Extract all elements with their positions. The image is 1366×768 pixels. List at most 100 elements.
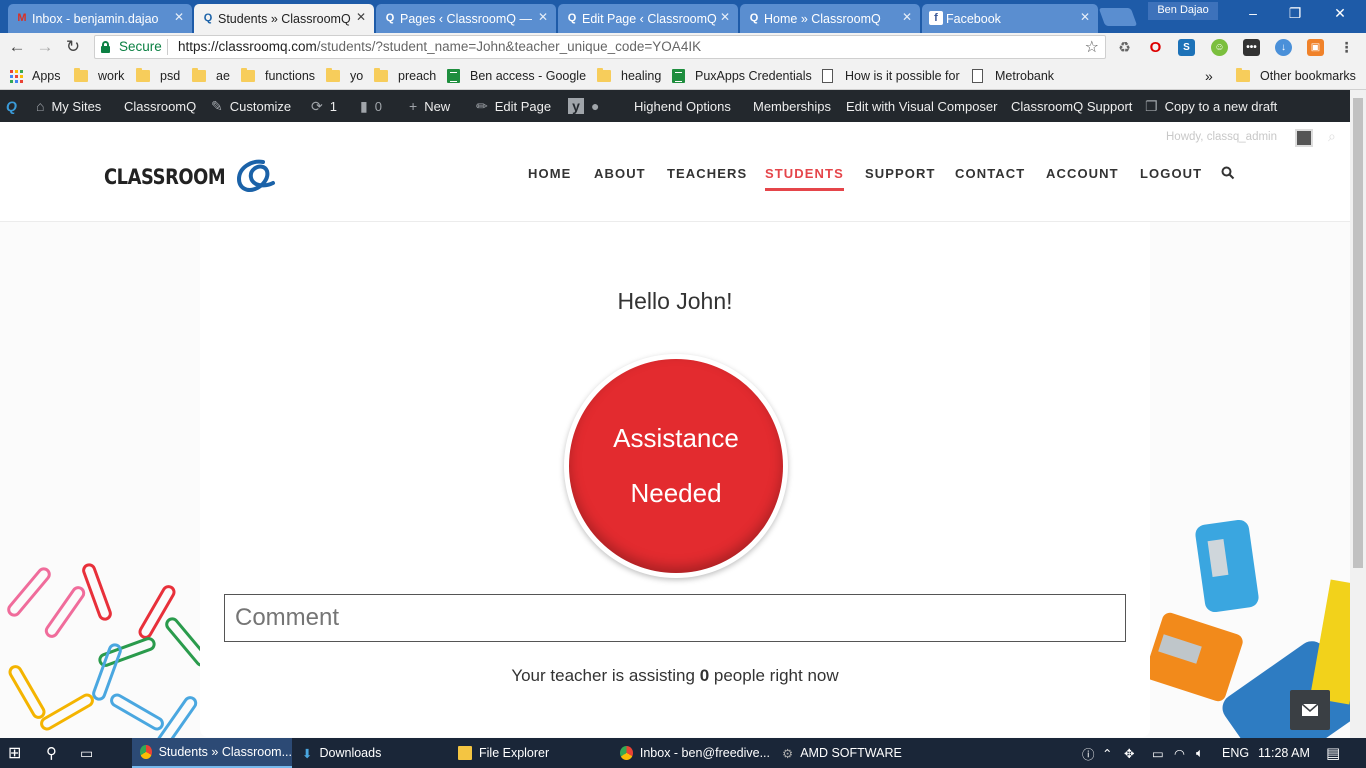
tab-pages[interactable]: Q Pages ‹ ClassroomQ — ✕	[376, 4, 556, 33]
bookmark-functions[interactable]: functions	[241, 67, 315, 85]
download-extension-icon[interactable]: ↓	[1275, 39, 1292, 56]
tab-label: Pages ‹ ClassroomQ —	[400, 11, 532, 26]
bookmark-ae[interactable]: ae	[192, 67, 230, 85]
close-tab-icon[interactable]: ✕	[902, 10, 912, 24]
page-icon	[972, 69, 983, 83]
usb-tray-icon[interactable]: ▭	[1152, 738, 1164, 768]
wp-yoast[interactable]: y ●	[568, 90, 606, 122]
close-tab-icon[interactable]: ✕	[1080, 10, 1090, 24]
nav-teachers[interactable]: TEACHERS	[667, 166, 747, 181]
avatar[interactable]	[1295, 129, 1313, 147]
bookmark-how-is-it[interactable]: How is it possible for	[822, 67, 960, 85]
folder-icon	[74, 68, 88, 82]
search-taskbar-icon[interactable]: ⚲	[46, 738, 57, 768]
tab-facebook[interactable]: f Facebook ✕	[922, 4, 1098, 33]
admin-search-icon[interactable]: ⌕	[1328, 128, 1336, 145]
taskbar-chrome-students[interactable]: Students » Classroom...	[132, 738, 292, 768]
colors-extension-icon[interactable]: ▣	[1307, 39, 1324, 56]
pencil-icon: ✏	[476, 97, 488, 114]
search-icon[interactable]	[1221, 166, 1235, 180]
wp-site-name[interactable]: ClassroomQ	[124, 90, 196, 122]
comment-input[interactable]	[224, 594, 1126, 642]
wp-highend-options[interactable]: Highend Options	[634, 90, 731, 122]
assistance-needed-button[interactable]: Assistance Needed	[569, 359, 783, 573]
howdy-greeting[interactable]: Howdy, classq_admin	[1166, 131, 1277, 143]
nav-account[interactable]: ACCOUNT	[1046, 166, 1119, 181]
wifi-tray-icon[interactable]: ◠	[1174, 738, 1185, 768]
wp-updates[interactable]: ⟳ 1	[311, 90, 337, 122]
forward-icon[interactable]: →	[34, 37, 56, 57]
close-tab-icon[interactable]: ✕	[538, 10, 548, 24]
close-tab-icon[interactable]: ✕	[720, 10, 730, 24]
page-scrollbar[interactable]	[1350, 90, 1366, 738]
bookmark-metrobank[interactable]: Metrobank	[972, 67, 1054, 85]
url-input[interactable]: Secure https://classroomq.com/students/?…	[94, 35, 1106, 59]
bookmark-yo[interactable]: yo	[326, 67, 363, 85]
nav-about[interactable]: ABOUT	[594, 166, 646, 181]
url-host: https://classroomq.com	[178, 39, 317, 54]
bookmarks-overflow-button[interactable]: »	[1205, 67, 1213, 85]
tray-expand-icon[interactable]: ⌃	[1102, 738, 1112, 768]
nav-contact[interactable]: CONTACT	[955, 166, 1025, 181]
site-logo[interactable]: CLASSROOM	[104, 158, 277, 196]
bookmark-preach[interactable]: preach	[374, 67, 436, 85]
notifications-icon[interactable]: ▤	[1326, 738, 1340, 768]
wp-edit-page[interactable]: ✏ Edit Page	[476, 90, 551, 122]
wp-memberships[interactable]: Memberships	[753, 90, 831, 122]
profile-button[interactable]: Ben Dajao	[1148, 2, 1218, 20]
nav-home[interactable]: HOME	[528, 166, 571, 181]
clock[interactable]: 11:28 AM	[1258, 738, 1310, 768]
taskbar-chrome-inbox[interactable]: Inbox - ben@freedive...	[620, 738, 770, 768]
taskbar-label: Downloads	[319, 746, 382, 760]
new-tab-button[interactable]	[1098, 8, 1138, 26]
bookmark-puxapps[interactable]: PuxApps Credentials	[672, 67, 812, 85]
wp-my-sites[interactable]: ⌂ My Sites	[36, 90, 101, 122]
wp-visual-composer[interactable]: Edit with Visual Composer	[846, 90, 998, 122]
language-indicator[interactable]: ENG	[1222, 738, 1249, 768]
wp-support[interactable]: ClassroomQ Support	[1011, 90, 1132, 122]
close-window-icon[interactable]: ✕	[1325, 5, 1355, 22]
bookmark-work[interactable]: work	[74, 67, 124, 85]
maximize-icon[interactable]: ❐	[1280, 5, 1310, 22]
wp-comments[interactable]: ▮ 0	[360, 90, 382, 122]
taskbar-amd-software[interactable]: ⚙ AMD SOFTWARE	[782, 738, 932, 768]
minimize-icon[interactable]: –	[1238, 5, 1268, 21]
volume-tray-icon[interactable]: 🔈︎	[1196, 738, 1204, 768]
opera-extension-icon[interactable]: O	[1147, 39, 1164, 56]
recycle-extension-icon[interactable]: ♻	[1116, 39, 1133, 56]
nav-students[interactable]: STUDENTS	[765, 166, 844, 191]
s-extension-icon[interactable]: S	[1178, 39, 1195, 56]
reload-icon[interactable]: ↻	[62, 37, 84, 57]
wp-copy-draft[interactable]: ❐ Copy to a new draft	[1145, 90, 1277, 122]
help-tray-icon[interactable]: ⓘ	[1082, 738, 1095, 768]
taskbar-downloads[interactable]: ⬇ Downloads	[298, 738, 448, 768]
taskbar-file-explorer[interactable]: File Explorer	[458, 738, 608, 768]
bookmark-other[interactable]: Other bookmarks	[1236, 67, 1356, 85]
wp-customize[interactable]: ✎ Customize	[211, 90, 291, 122]
tab-inbox[interactable]: M Inbox - benjamin.dajao ✕	[8, 4, 192, 33]
bookmark-apps[interactable]: Apps	[10, 67, 61, 85]
windows-start-icon[interactable]: ⊞	[8, 738, 21, 768]
wp-logo-icon[interactable]: Q	[6, 90, 24, 122]
dropbox-tray-icon[interactable]: ✥	[1124, 738, 1134, 768]
scrollbar-thumb[interactable]	[1353, 98, 1363, 568]
bookmark-ben-access[interactable]: Ben access - Google	[447, 67, 586, 85]
nav-support[interactable]: SUPPORT	[865, 166, 936, 181]
bookmark-star-icon[interactable]: ☆	[1085, 37, 1099, 57]
close-tab-icon[interactable]: ✕	[174, 10, 184, 24]
bookmark-psd[interactable]: psd	[136, 67, 180, 85]
close-tab-icon[interactable]: ✕	[356, 10, 366, 24]
back-icon[interactable]: ←	[6, 37, 28, 57]
dots-extension-icon[interactable]: •••	[1243, 39, 1260, 56]
nav-logout[interactable]: LOGOUT	[1140, 166, 1202, 181]
tab-edit-page[interactable]: Q Edit Page ‹ ClassroomQ ✕	[558, 4, 738, 33]
bookmark-healing[interactable]: healing	[597, 67, 661, 85]
taskbar-label: AMD SOFTWARE	[800, 746, 902, 760]
chrome-menu-icon[interactable]: ⋮	[1338, 39, 1355, 56]
wp-new[interactable]: + New	[409, 90, 450, 122]
contact-mail-button[interactable]	[1290, 690, 1330, 730]
tab-students[interactable]: Q Students » ClassroomQ ✕	[194, 4, 374, 33]
face-extension-icon[interactable]: ☺	[1211, 39, 1228, 56]
tab-home[interactable]: Q Home » ClassroomQ ✕	[740, 4, 920, 33]
task-view-icon[interactable]: ▭	[80, 738, 93, 768]
